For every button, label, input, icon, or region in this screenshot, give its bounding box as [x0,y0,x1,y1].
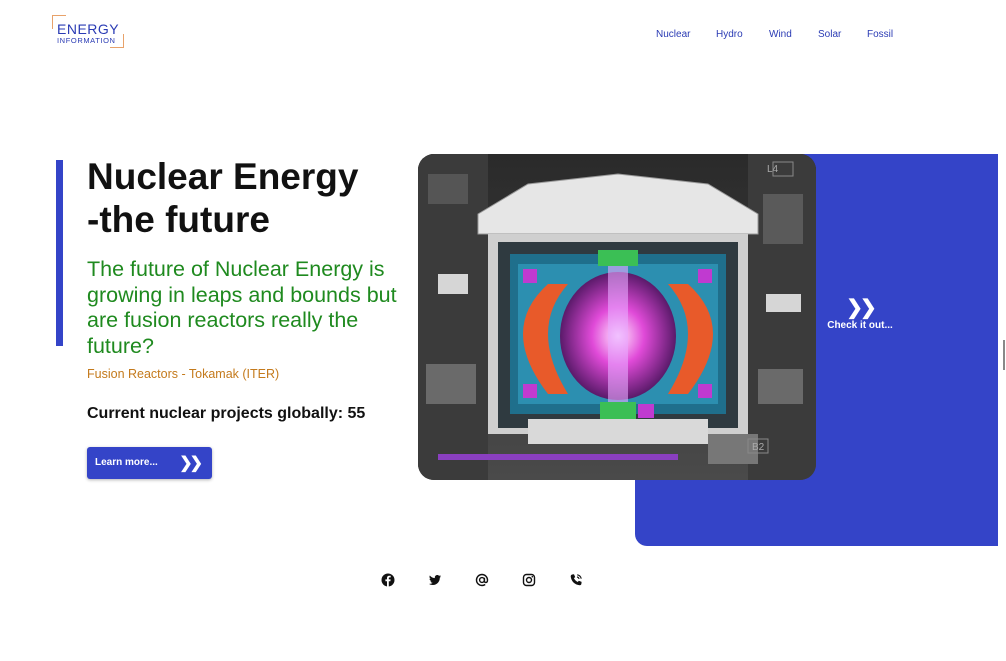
nav-link-hydro[interactable]: Hydro [716,29,743,40]
learn-more-button[interactable]: Learn more... ❯❯ [87,447,212,479]
hero-subtitle: The future of Nuclear Energy is growing … [87,257,397,358]
check-it-out-link[interactable]: ❯❯ Check it out... [822,298,898,331]
at-sign-icon[interactable] [475,573,489,587]
image-caption: Fusion Reactors - Tokamak (ITER) [87,367,280,381]
reactor-illustration: L4 B2 [418,154,816,480]
hero-accent-bar [56,160,63,346]
nav-link-solar[interactable]: Solar [818,29,841,40]
logo-text-information: INFORMATION [57,36,116,45]
check-it-out-label: Check it out... [827,320,893,331]
tokamak-reactor-image: L4 B2 [418,154,816,480]
scrollbar[interactable] [1003,340,1005,370]
level-label-bottom: B2 [752,442,765,453]
double-chevron-right-icon: ❯❯ [846,297,877,319]
nav-link-nuclear[interactable]: Nuclear [656,29,690,40]
logo-text-energy: ENERGY [57,21,120,37]
projects-count: Current nuclear projects globally: 55 [87,405,366,422]
site-logo[interactable]: ENERGY INFORMATION [52,15,124,48]
hero-title-line2: -the future [87,199,270,240]
nav-link-wind[interactable]: Wind [769,29,792,40]
hero-title-line1: Nuclear Energy [87,156,359,197]
instagram-icon[interactable] [522,573,536,587]
phone-icon[interactable] [569,573,583,587]
twitter-icon[interactable] [428,573,442,587]
double-chevron-right-icon: ❯❯ [179,455,203,472]
level-label-top: L4 [767,164,779,175]
nav-link-fossil[interactable]: Fossil [867,29,893,40]
learn-more-label: Learn more... [95,457,158,468]
facebook-icon[interactable] [381,573,395,587]
hero-title: Nuclear Energy -the future [87,155,358,241]
